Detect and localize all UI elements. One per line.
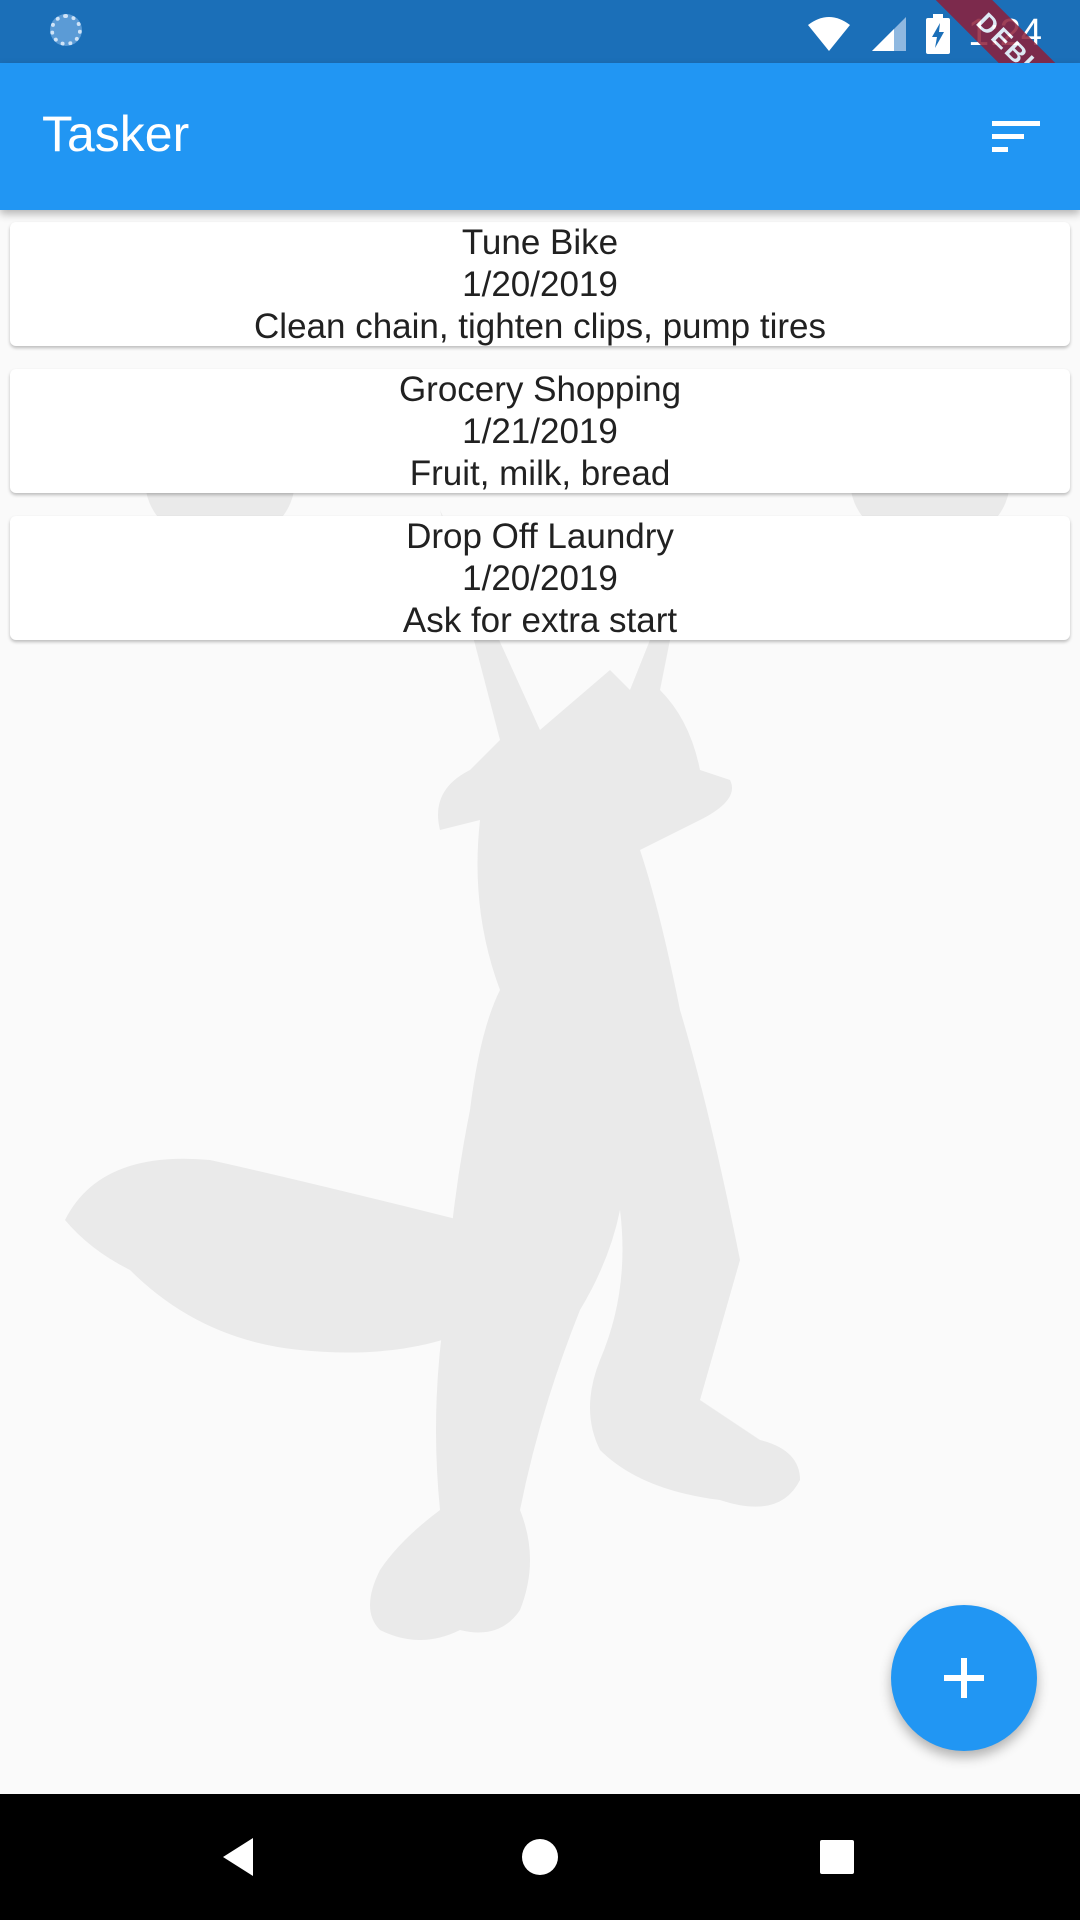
recents-icon <box>820 1840 854 1874</box>
task-card[interactable]: Drop Off Laundry 1/20/2019 Ask for extra… <box>10 516 1070 640</box>
back-icon <box>223 1838 253 1876</box>
wifi-icon <box>808 16 851 51</box>
task-date: 1/21/2019 <box>462 412 618 451</box>
task-title: Drop Off Laundry <box>406 517 674 556</box>
home-button[interactable] <box>515 1832 565 1882</box>
home-icon <box>522 1839 558 1875</box>
task-card[interactable]: Grocery Shopping 1/21/2019 Fruit, milk, … <box>10 369 1070 493</box>
task-card[interactable]: Tune Bike 1/20/2019 Clean chain, tighten… <box>10 222 1070 346</box>
task-description: Ask for extra start <box>402 601 678 640</box>
back-button[interactable] <box>215 1832 265 1882</box>
task-date: 1/20/2019 <box>462 265 618 304</box>
task-description: Fruit, milk, bread <box>409 454 671 493</box>
app-title: Tasker <box>42 106 190 162</box>
battery-charging-icon <box>926 13 951 54</box>
task-date: 1/20/2019 <box>462 559 618 598</box>
add-task-button[interactable] <box>891 1605 1037 1751</box>
app-bar: Tasker <box>0 63 1080 210</box>
task-list: Tune Bike 1/20/2019 Clean chain, tighten… <box>10 222 1070 663</box>
sort-icon <box>992 121 1040 152</box>
cell-signal-icon <box>872 16 907 51</box>
loading-spinner-icon <box>50 14 82 46</box>
status-bar: 1:24 DEBUG <box>0 0 1080 63</box>
sort-button[interactable] <box>978 101 1050 173</box>
task-title: Grocery Shopping <box>398 370 682 409</box>
task-description: Clean chain, tighten clips, pump tires <box>254 307 826 346</box>
plus-icon <box>944 1658 984 1698</box>
task-title: Tune Bike <box>461 223 619 262</box>
navigation-bar <box>0 1794 1080 1920</box>
recents-button[interactable] <box>812 1832 862 1882</box>
